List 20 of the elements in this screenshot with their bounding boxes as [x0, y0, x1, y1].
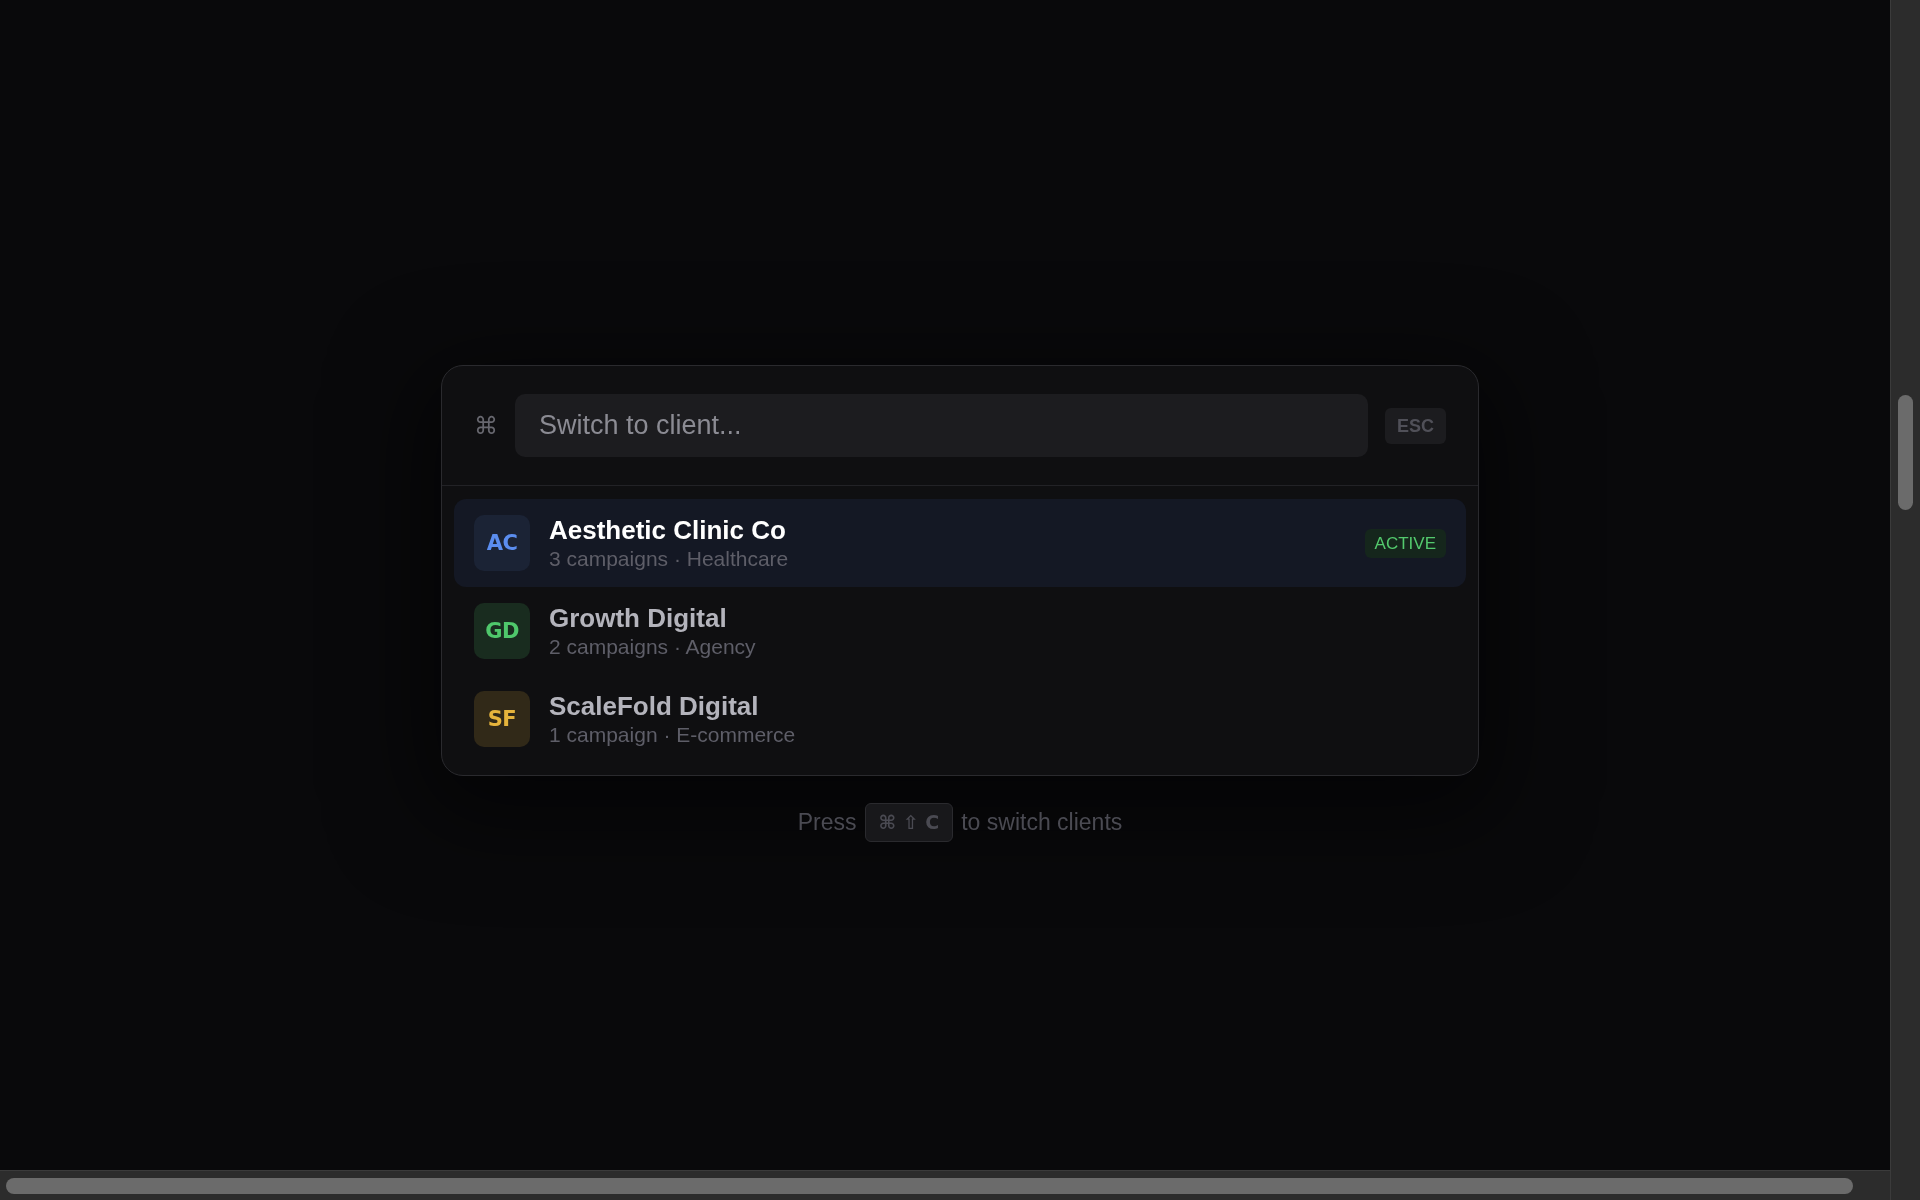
- client-name: ScaleFold Digital: [549, 692, 760, 721]
- avatar-initials: GD: [485, 620, 519, 642]
- client-row[interactable]: GD Growth Digital 2 campaigns · Agency: [454, 587, 1466, 675]
- client-details: 2 campaigns · Agency: [549, 634, 757, 658]
- client-row[interactable]: AC Aesthetic Clinic Co 3 campaigns · Healthcare ACTIVE: [454, 499, 1466, 587]
- avatar-initials: SF: [487, 708, 517, 730]
- client-name: Growth Digital: [549, 604, 728, 633]
- client-name: Aesthetic Clinic Co: [549, 516, 787, 545]
- scrollbar-thumb[interactable]: [1898, 395, 1913, 510]
- client-details: 1 campaign · E-commerce: [549, 722, 797, 746]
- search-field[interactable]: Switch to client...: [515, 394, 1368, 457]
- hint-text: to switch clients: [961, 808, 1123, 836]
- client-row[interactable]: SF ScaleFold Digital 1 campaign · E-commerce: [454, 675, 1466, 763]
- esc-key-hint: ESC: [1385, 407, 1446, 444]
- client-details: 3 campaigns · Healthcare: [549, 546, 790, 570]
- scrollbar-thumb[interactable]: [6, 1178, 1853, 1194]
- command-key-icon: ⌘: [474, 413, 498, 438]
- status-badge: ACTIVE: [1364, 528, 1446, 558]
- hint-text: Press: [797, 808, 857, 836]
- avatar-initials: AC: [486, 532, 518, 554]
